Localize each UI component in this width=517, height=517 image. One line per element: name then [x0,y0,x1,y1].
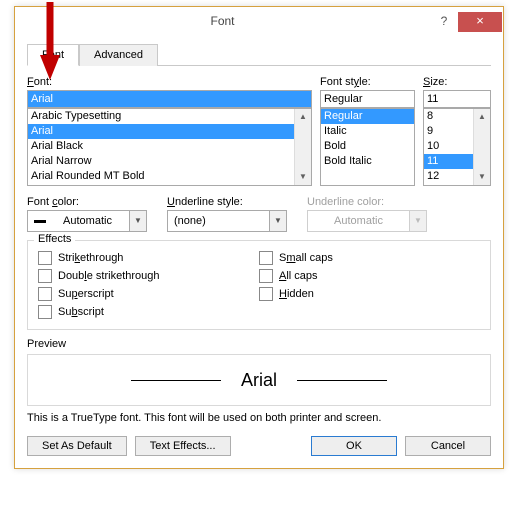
scrollbar[interactable]: ▲ ▼ [473,109,490,185]
check-strikethrough[interactable]: Strikethrough [38,251,259,265]
scroll-up-icon[interactable]: ▲ [474,109,490,125]
ok-button[interactable]: OK [311,436,397,456]
chevron-down-icon[interactable]: ▼ [269,211,286,231]
underlinestyle-value: (none) [168,215,269,227]
cancel-button[interactable]: Cancel [405,436,491,456]
font-label: Font: [27,76,312,88]
tab-font[interactable]: Font [27,44,79,66]
effects-label: Effects [34,233,75,245]
list-item[interactable]: Bold [321,139,414,154]
titlebar: Font ? × [15,7,503,35]
check-superscript[interactable]: Superscript [38,287,259,301]
fontstyle-input[interactable] [320,90,415,108]
checkbox-icon [259,269,273,283]
scrollbar[interactable]: ▲ ▼ [294,109,311,185]
help-button[interactable]: ? [430,11,458,31]
size-input[interactable] [423,90,491,108]
font-note: This is a TrueType font. This font will … [27,412,491,424]
size-label: Size: [423,76,491,88]
underlinecolor-label: Underline color: [307,196,427,208]
list-item[interactable]: Arial Narrow [28,154,311,169]
tab-font-label: Font [42,49,64,61]
preview-box: Arial [27,354,491,406]
underlinecolor-value: Automatic [308,215,409,227]
font-listbox[interactable]: Arabic Typesetting Arial Arial Black Ari… [27,108,312,186]
list-item[interactable]: Arial [28,124,311,139]
preview-label: Preview [27,338,491,350]
check-subscript[interactable]: Subscript [38,305,259,319]
list-item[interactable]: Italic [321,124,414,139]
fontcolor-group: Font color: Automatic ▼ [27,196,147,232]
checkbox-icon [38,287,52,301]
fontstyle-column: Font style: Regular Italic Bold Bold Ita… [320,76,415,186]
font-input[interactable] [27,90,312,108]
checkbox-icon [38,251,52,265]
fontstyle-listbox[interactable]: Regular Italic Bold Bold Italic [320,108,415,186]
underlinecolor-group: Underline color: Automatic ▼ [307,196,427,232]
font-column: Font: Arabic Typesetting Arial Arial Bla… [27,76,312,186]
scroll-up-icon[interactable]: ▲ [295,109,311,125]
preview-line-right [297,380,387,381]
check-allcaps[interactable]: All caps [259,269,480,283]
check-hidden[interactable]: Hidden [259,287,480,301]
list-item[interactable]: Bold Italic [321,154,414,169]
footer: Set As Default Text Effects... OK Cancel [27,436,491,456]
dialog-title: Font [15,14,430,28]
fontcolor-value: Automatic [46,215,129,227]
checkbox-icon [38,305,52,319]
underlinestyle-group: Underline style: (none) ▼ [167,196,287,232]
tabs: Font Advanced [27,43,491,66]
preview-line-left [131,380,221,381]
chevron-down-icon[interactable]: ▼ [129,211,146,231]
list-item[interactable]: Regular [321,109,414,124]
fontstyle-label: Font style: [320,76,415,88]
check-smallcaps[interactable]: Small caps [259,251,480,265]
underlinecolor-combo: Automatic ▼ [307,210,427,232]
underlinestyle-label: Underline style: [167,196,287,208]
tab-advanced-label: Advanced [94,49,143,61]
underlinestyle-combo[interactable]: (none) ▼ [167,210,287,232]
font-dialog: Font ? × Font Advanced Font: Arabic Type… [14,6,504,469]
check-doublestrike[interactable]: Double strikethrough [38,269,259,283]
setdefault-button[interactable]: Set As Default [27,436,127,456]
fontcolor-combo[interactable]: Automatic ▼ [27,210,147,232]
list-item[interactable]: Arial Black [28,139,311,154]
close-button[interactable]: × [458,12,502,32]
tab-advanced[interactable]: Advanced [79,44,158,66]
checkbox-icon [259,251,273,265]
size-column: Size: 8 9 10 11 12 ▲ ▼ [423,76,491,186]
checkbox-icon [38,269,52,283]
chevron-down-icon: ▼ [409,211,426,231]
texteffects-button[interactable]: Text Effects... [135,436,231,456]
size-listbox[interactable]: 8 9 10 11 12 ▲ ▼ [423,108,491,186]
list-item[interactable]: Arabic Typesetting [28,109,311,124]
effects-group: Effects Strikethrough Double strikethrou… [27,240,491,330]
scroll-down-icon[interactable]: ▼ [474,169,490,185]
list-item[interactable]: Arial Rounded MT Bold [28,169,311,184]
color-swatch-icon [28,215,46,227]
fontcolor-label: Font color: [27,196,147,208]
checkbox-icon [259,287,273,301]
preview-text: Arial [241,370,277,391]
scroll-down-icon[interactable]: ▼ [295,169,311,185]
